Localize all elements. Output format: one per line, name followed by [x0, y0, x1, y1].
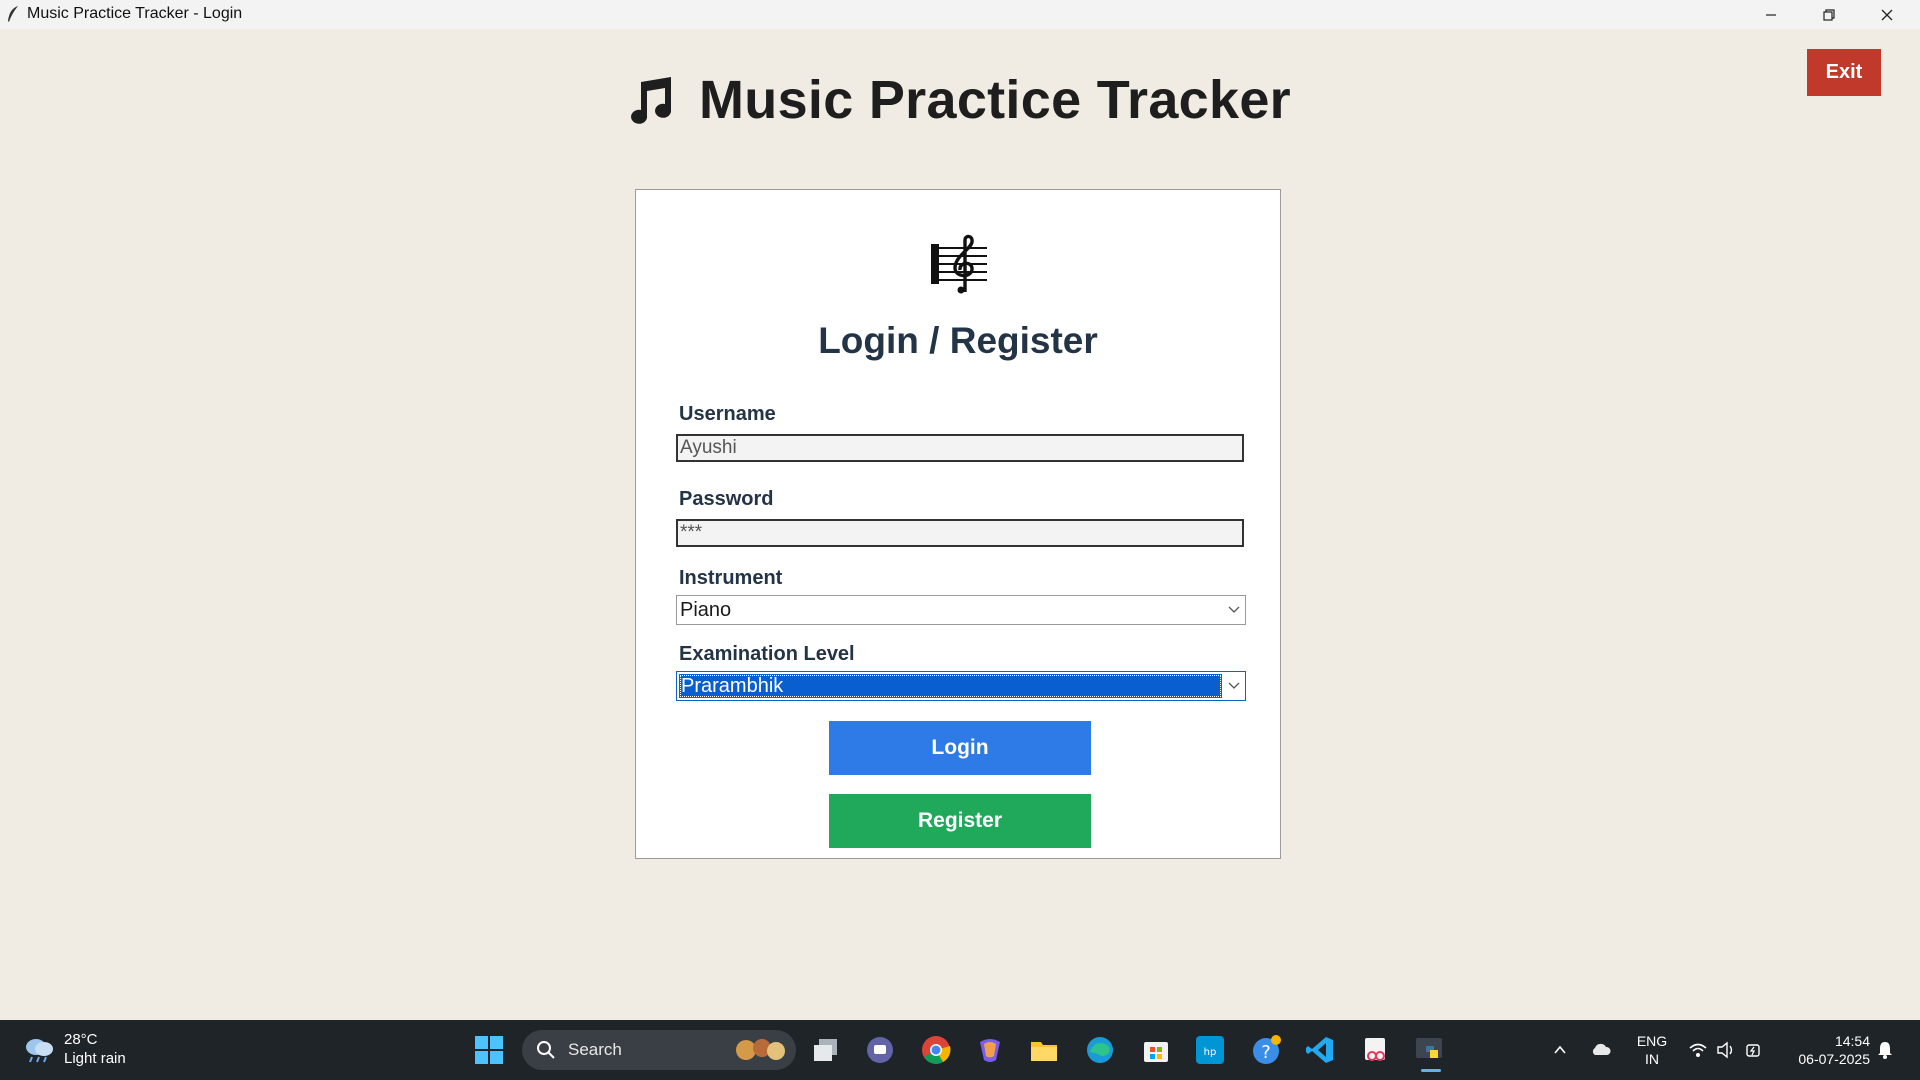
login-button[interactable]: Login: [829, 721, 1091, 775]
python-icon[interactable]: [1414, 1034, 1446, 1066]
password-label: Password: [679, 488, 774, 510]
active-app-indicator: [1421, 1069, 1441, 1072]
svg-text:?: ?: [1261, 1042, 1271, 1063]
username-label: Username: [679, 403, 776, 425]
password-field[interactable]: ***: [676, 519, 1244, 547]
chevron-down-icon[interactable]: [1223, 596, 1245, 624]
onedrive-cloud-icon[interactable]: [1590, 1040, 1612, 1058]
snipping-tool-icon[interactable]: [1360, 1034, 1392, 1066]
chevron-down-icon[interactable]: [1223, 672, 1245, 700]
search-highlight-art-icon: [736, 1039, 785, 1060]
window-titlebar: Music Practice Tracker - Login: [0, 0, 1920, 29]
restore-icon: [1823, 8, 1835, 21]
store-icon[interactable]: [1140, 1034, 1172, 1066]
form-title: Login / Register: [818, 320, 1098, 361]
exit-button[interactable]: Exit: [1807, 49, 1881, 96]
edge-icon[interactable]: [1084, 1034, 1116, 1066]
username-field[interactable]: Ayushi: [676, 434, 1244, 462]
chrome-icon[interactable]: [920, 1034, 952, 1066]
svg-text:hp: hp: [1204, 1047, 1217, 1058]
teams-chat-icon[interactable]: [864, 1034, 896, 1066]
taskbar: 28°C Light rain Search hp ? ENG IN 14:54…: [0, 1020, 1920, 1080]
battery-charging-icon[interactable]: [1744, 1040, 1764, 1060]
instrument-select[interactable]: Piano: [676, 595, 1246, 625]
close-button[interactable]: [1858, 0, 1916, 29]
login-card: Login / Register Username Ayushi Passwor…: [635, 189, 1281, 859]
app-title: Music Practice Tracker: [699, 70, 1291, 130]
volume-icon[interactable]: [1716, 1041, 1736, 1059]
lang-top: ENG: [1636, 1033, 1668, 1049]
file-explorer-icon[interactable]: [1028, 1034, 1060, 1066]
vscode-icon[interactable]: [1304, 1034, 1336, 1066]
weather-widget[interactable]: 28°C Light rain: [22, 1030, 126, 1068]
level-value: Prarambhik: [679, 674, 1222, 698]
register-button[interactable]: Register: [829, 794, 1091, 848]
music-note-icon: [631, 77, 672, 124]
task-view-icon[interactable]: [810, 1034, 842, 1066]
instrument-label: Instrument: [679, 567, 783, 589]
instrument-value: Piano: [680, 599, 732, 621]
window-title: Music Practice Tracker - Login: [27, 5, 243, 22]
app-header: Music Practice Tracker: [0, 60, 1920, 140]
chevron-up-icon[interactable]: [1552, 1042, 1568, 1058]
lang-bottom: IN: [1645, 1051, 1659, 1067]
weather-desc: Light rain: [64, 1050, 126, 1067]
search-icon: [537, 1041, 555, 1059]
wifi-icon[interactable]: [1688, 1041, 1708, 1059]
taskbar-search[interactable]: Search: [522, 1030, 796, 1070]
minimize-icon: [1766, 13, 1776, 16]
rain-cloud-icon: [26, 1039, 53, 1063]
minimize-button[interactable]: [1742, 0, 1800, 29]
copilot-icon[interactable]: [974, 1034, 1006, 1066]
treble-clef-icon: [931, 234, 987, 294]
feather-icon: [8, 6, 18, 22]
myhp-icon[interactable]: hp: [1194, 1034, 1226, 1066]
weather-temp: 28°C: [64, 1031, 98, 1048]
help-icon[interactable]: ?: [1250, 1034, 1282, 1066]
clock-time: 14:54: [1834, 1033, 1870, 1049]
close-icon: [1881, 9, 1893, 20]
level-label: Examination Level: [679, 643, 855, 665]
search-label: Search: [568, 1040, 622, 1059]
language-indicator[interactable]: ENG IN: [1634, 1032, 1670, 1068]
restore-button[interactable]: [1800, 0, 1858, 29]
notification-bell-icon[interactable]: [1876, 1040, 1894, 1060]
clock-date: 06-07-2025: [1798, 1051, 1870, 1067]
taskbar-clock[interactable]: 14:54 06-07-2025: [1786, 1032, 1870, 1068]
windows-start-icon[interactable]: [473, 1034, 505, 1066]
level-select[interactable]: Prarambhik: [676, 671, 1246, 701]
